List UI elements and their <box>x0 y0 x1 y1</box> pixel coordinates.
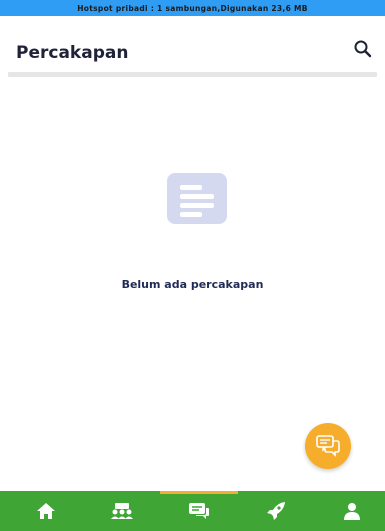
document-lines-icon <box>167 173 227 224</box>
bottom-navigation <box>0 491 385 531</box>
active-tab-indicator <box>160 491 238 494</box>
nav-item-rocket[interactable] <box>237 491 314 531</box>
nav-item-messages[interactable] <box>160 491 237 531</box>
home-icon <box>36 503 55 519</box>
header-divider <box>8 72 377 77</box>
group-icon <box>110 503 133 519</box>
rocket-icon <box>266 502 285 520</box>
empty-state-message: Belum ada percakapan <box>121 278 264 291</box>
nav-item-group[interactable] <box>83 491 160 531</box>
nav-item-profile[interactable] <box>313 491 385 531</box>
chat-bubbles-icon <box>316 435 340 457</box>
nav-item-home[interactable] <box>7 491 84 531</box>
search-icon <box>354 40 372 58</box>
status-bar-text: Hotspot pribadi : 1 sambungan,Digunakan … <box>77 3 308 13</box>
status-bar: Hotspot pribadi : 1 sambungan,Digunakan … <box>0 0 385 16</box>
search-button[interactable] <box>352 38 374 60</box>
page-title: Percakapan <box>16 43 129 63</box>
new-chat-button[interactable] <box>305 423 351 469</box>
messages-icon <box>188 503 209 519</box>
profile-icon <box>343 503 360 520</box>
